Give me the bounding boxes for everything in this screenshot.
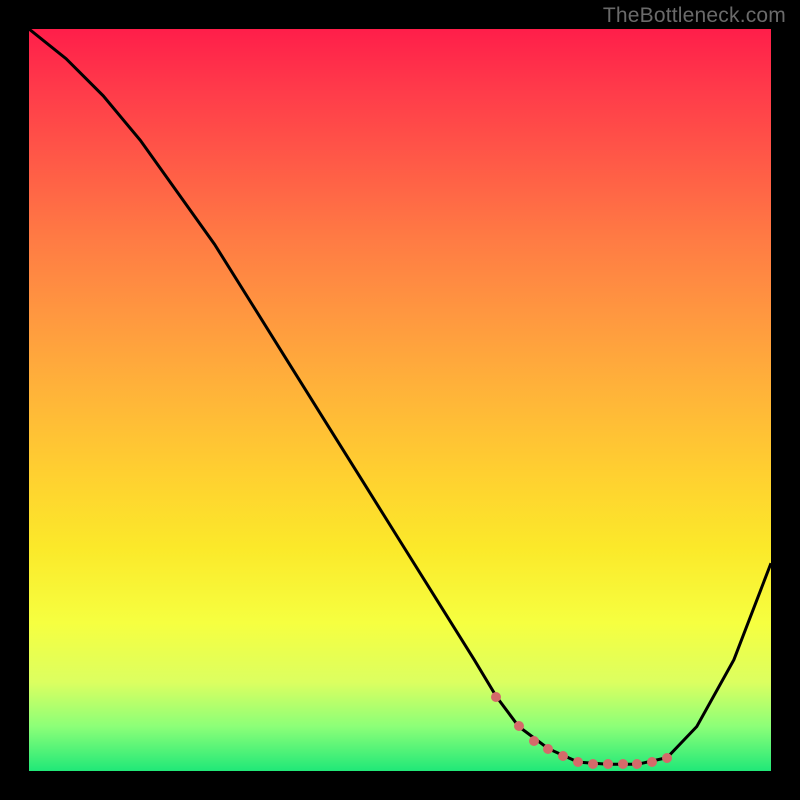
watermark-text: TheBottleneck.com: [603, 4, 786, 28]
highlight-dot: [647, 757, 657, 767]
highlight-dot: [632, 759, 642, 769]
chart-plot-area: [29, 29, 771, 771]
highlight-dot: [588, 759, 598, 769]
highlight-dot: [514, 721, 524, 731]
highlight-dot: [618, 759, 628, 769]
highlight-dot: [558, 751, 568, 761]
highlight-dot: [573, 757, 583, 767]
highlight-dot: [491, 692, 501, 702]
highlight-markers: [29, 29, 771, 771]
highlight-dot: [543, 744, 553, 754]
highlight-dot: [662, 753, 672, 763]
highlight-dot: [529, 736, 539, 746]
highlight-dot: [603, 759, 613, 769]
